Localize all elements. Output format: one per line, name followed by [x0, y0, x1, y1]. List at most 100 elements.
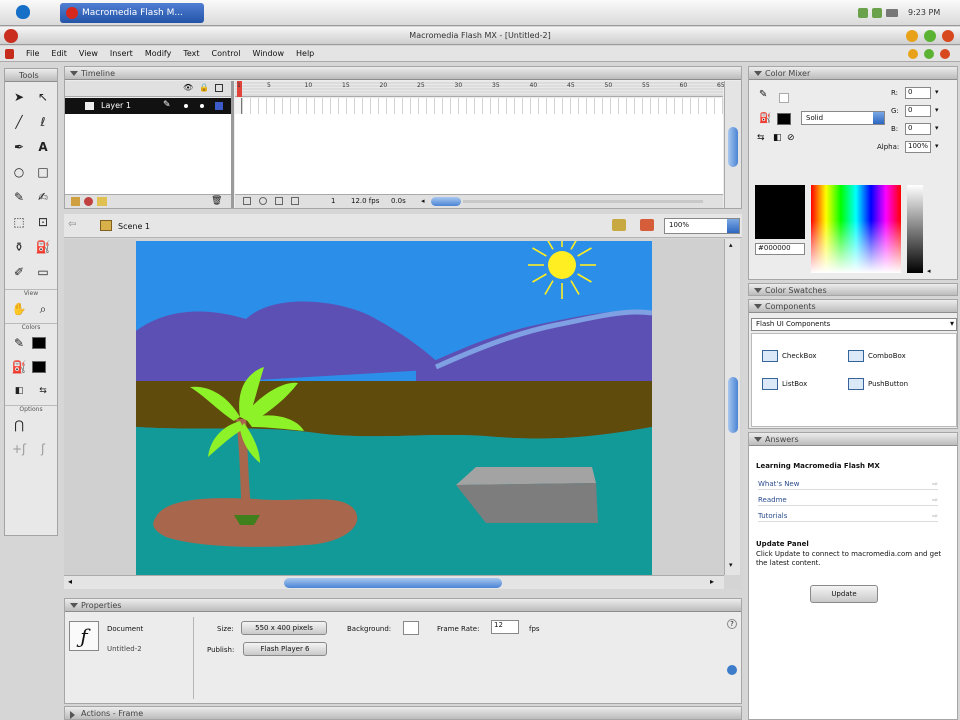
components-header[interactable]: Components — [749, 300, 957, 313]
layer-visible-dot[interactable] — [184, 104, 188, 108]
hand-tool-icon[interactable]: ✋ — [8, 298, 30, 320]
timeline-hscroll-track[interactable] — [463, 200, 703, 203]
tools-header[interactable]: Tools — [5, 69, 57, 82]
stage-vscroll-thumb[interactable] — [728, 377, 738, 433]
zoom-select[interactable]: 100% — [664, 218, 740, 234]
app-tab[interactable]: Macromedia Flash M... — [60, 3, 204, 23]
max-button[interactable] — [924, 49, 934, 59]
publish-button[interactable]: Flash Player 6 — [243, 642, 327, 656]
fill-type-arrow-icon[interactable] — [873, 112, 884, 124]
minimize-button[interactable] — [906, 30, 918, 42]
update-button[interactable]: Update — [810, 585, 878, 603]
add-layer-icon[interactable] — [71, 197, 80, 206]
color-mixer-header[interactable]: Color Mixer — [749, 67, 957, 80]
expand-triangle-icon[interactable] — [70, 711, 75, 719]
no-color-icon[interactable]: ⊘ — [787, 133, 795, 143]
b-input[interactable]: 0 — [905, 123, 931, 135]
apple-icon[interactable] — [16, 5, 30, 19]
layer-splitter[interactable] — [231, 81, 234, 208]
answers-link-tutorials[interactable]: Tutorials ⇨ — [758, 510, 938, 522]
oval-tool-icon[interactable]: ○ — [8, 161, 30, 183]
fill-color-swatch[interactable] — [32, 361, 46, 373]
brush-tool-icon[interactable]: ✍ — [32, 186, 54, 208]
stroke-color-icon[interactable]: ✎ — [8, 332, 30, 354]
default-colors-icon[interactable]: ◧ — [8, 380, 30, 402]
edit-multiple-icon[interactable] — [291, 197, 299, 205]
b-arrow[interactable]: ▾ — [935, 124, 939, 132]
color-swatches-header[interactable]: Color Swatches — [748, 283, 958, 296]
scene-label[interactable]: Scene 1 — [118, 222, 150, 231]
menu-view[interactable]: View — [79, 49, 98, 58]
zoom-dropdown-icon[interactable] — [727, 219, 739, 233]
stage-canvas[interactable] — [136, 241, 652, 575]
edit-scene-icon[interactable] — [612, 219, 626, 231]
doc-close-button[interactable] — [940, 49, 950, 59]
tray-icons[interactable] — [858, 7, 898, 19]
volume-icon[interactable] — [872, 8, 882, 18]
delete-layer-icon[interactable]: 🗑 — [211, 196, 222, 206]
background-swatch[interactable] — [403, 621, 419, 635]
stage-vscroll-up[interactable]: ▴ — [729, 241, 733, 249]
arrow-tool-icon[interactable]: ➤ — [8, 86, 30, 108]
restore-button[interactable] — [908, 49, 918, 59]
expand-props-icon[interactable] — [727, 665, 737, 675]
eraser-tool-icon[interactable]: ▭ — [32, 261, 54, 283]
brightness-marker[interactable]: ◂ — [927, 267, 931, 275]
component-checkbox[interactable]: CheckBox — [762, 350, 817, 362]
brightness-slider[interactable] — [907, 185, 923, 273]
g-arrow[interactable]: ▾ — [935, 106, 939, 114]
properties-header[interactable]: Properties — [65, 599, 741, 612]
zoom-tool-icon[interactable]: ⌕ — [32, 298, 54, 320]
add-folder-icon[interactable] — [97, 197, 107, 206]
stage-hscroll-thumb[interactable] — [284, 578, 502, 588]
black-white-icon[interactable]: ◧ — [773, 133, 782, 143]
snap-magnet-icon[interactable]: ⋂ — [8, 414, 30, 436]
back-arrow-icon[interactable]: ⇦ — [68, 219, 76, 230]
battery-icon[interactable] — [886, 9, 898, 17]
mixer-fill-swatch[interactable] — [777, 113, 791, 125]
stage-hscroll-left[interactable]: ◂ — [68, 577, 72, 586]
component-pushbutton[interactable]: PushButton — [848, 378, 908, 390]
stage-vscroll[interactable]: ▴ ▾ — [724, 239, 740, 575]
layer-row[interactable]: Layer 1 ✎ — [65, 98, 231, 114]
onion-skin-icon[interactable] — [259, 197, 267, 205]
menu-window[interactable]: Window — [252, 49, 284, 58]
timeline-vscroll[interactable] — [724, 81, 741, 208]
menu-control[interactable]: Control — [212, 49, 241, 58]
swap-colors-icon[interactable]: ⇆ — [32, 380, 54, 402]
collapse-triangle-icon[interactable] — [70, 603, 78, 608]
add-guide-icon[interactable] — [84, 197, 93, 206]
straighten-icon[interactable]: ʃ — [32, 438, 54, 460]
stage-hscroll[interactable]: ◂ ▸ — [64, 575, 724, 589]
layer-lock-dot[interactable] — [200, 104, 204, 108]
alpha-arrow[interactable]: ▾ — [935, 142, 939, 150]
hex-input[interactable]: #000000 — [755, 243, 805, 255]
actions-bar[interactable]: Actions - Frame — [64, 706, 742, 720]
eyedropper-tool-icon[interactable]: ✐ — [8, 261, 30, 283]
subselect-tool-icon[interactable]: ↖ — [32, 86, 54, 108]
fill-type-select[interactable]: Solid — [801, 111, 885, 125]
alpha-input[interactable]: 100% — [905, 141, 931, 153]
timeline-vscroll-thumb[interactable] — [728, 127, 738, 167]
frame-grid[interactable] — [235, 98, 723, 114]
pencil-tool-icon[interactable]: ✎ — [8, 186, 30, 208]
pen-tool-icon[interactable]: ✒ — [8, 136, 30, 158]
clock[interactable]: 9:23 PM — [908, 8, 940, 17]
mixer-stroke-icon[interactable]: ✎ — [759, 89, 767, 100]
color-spectrum[interactable] — [811, 185, 901, 273]
paint-bucket-tool-icon[interactable]: ⛽ — [32, 236, 54, 258]
fill-color-icon[interactable]: ⛽ — [8, 356, 30, 378]
collapse-triangle-icon[interactable] — [70, 71, 78, 76]
component-listbox[interactable]: ListBox — [762, 378, 807, 390]
mixer-fill-icon[interactable]: ⛽ — [759, 113, 771, 124]
collapse-triangle-icon[interactable] — [754, 71, 762, 76]
g-input[interactable]: 0 — [905, 105, 931, 117]
line-tool-icon[interactable]: ╱ — [8, 111, 30, 133]
fill-transform-tool-icon[interactable]: ⊡ — [32, 211, 54, 233]
collapse-triangle-icon[interactable] — [754, 437, 762, 442]
component-set-select[interactable]: Flash UI Components ▾ — [751, 318, 957, 331]
center-frame-icon[interactable] — [243, 197, 251, 205]
layer-outline-swatch[interactable] — [215, 102, 223, 110]
zoom-button[interactable] — [924, 30, 936, 42]
component-set-arrow-icon[interactable]: ▾ — [950, 319, 954, 328]
